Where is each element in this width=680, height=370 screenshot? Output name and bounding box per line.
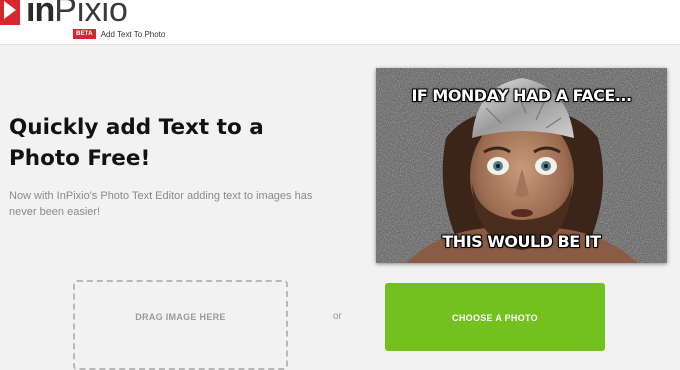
page-headline: Quickly add Text to a Photo Free! [9, 115, 264, 171]
site-header: in Pixio BETA Add Text To Photo [0, 0, 680, 45]
meme-bottom-caption: THIS WOULD BE IT [442, 232, 601, 251]
header-subtitle-row: BETA Add Text To Photo [73, 29, 165, 39]
logo-text-light: Pixio [54, 0, 128, 29]
choose-photo-button[interactable]: CHOOSE A PHOTO [385, 283, 605, 351]
header-subtitle: Add Text To Photo [100, 29, 166, 39]
drag-image-dropzone[interactable]: DRAG IMAGE HERE [73, 280, 288, 370]
beta-badge: BETA [73, 29, 96, 39]
drag-image-label: DRAG IMAGE HERE [135, 312, 226, 322]
logo-text-bold: in [26, 0, 55, 29]
play-triangle-icon [0, 0, 20, 25]
or-separator: or [333, 311, 342, 322]
inpixio-logo[interactable]: in Pixio [0, 0, 128, 28]
example-meme-image: IF MONDAY HAD A FACE... THIS WOULD BE IT [376, 68, 667, 263]
page-description: Now with InPixio's Photo Text Editor add… [9, 190, 313, 218]
meme-top-caption: IF MONDAY HAD A FACE... [411, 86, 632, 105]
